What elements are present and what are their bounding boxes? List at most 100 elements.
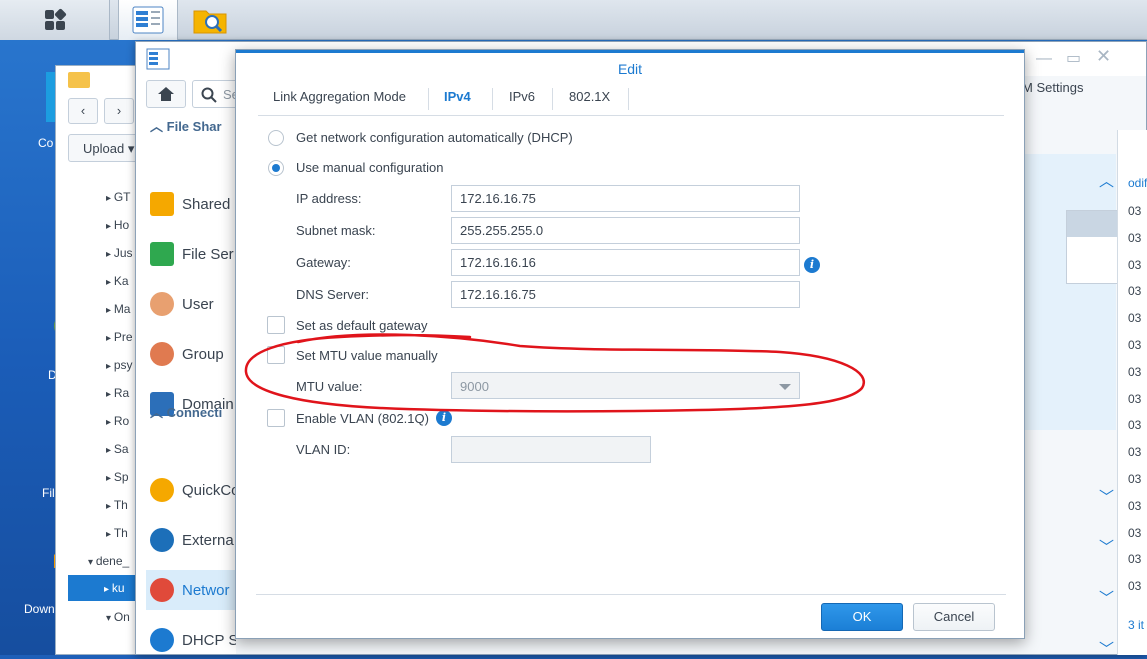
sidebar-item-group[interactable]: Group xyxy=(150,334,224,374)
user-icon xyxy=(150,292,174,316)
info-icon[interactable]: i xyxy=(804,257,820,273)
main-menu-button[interactable] xyxy=(0,0,110,40)
folder-name: Ra xyxy=(113,386,130,400)
subnet-mask-label: Subnet mask: xyxy=(296,223,376,238)
folder-tree-item[interactable]: ▾ On xyxy=(106,610,130,624)
folder-name: Pre xyxy=(113,330,133,344)
tab-ipv4[interactable]: IPv4 xyxy=(444,89,471,104)
folder-tree-item[interactable]: ▸ Ma xyxy=(106,302,130,316)
sidebar-item-networ[interactable]: Networ xyxy=(146,570,236,610)
sidebar-item-dhcps[interactable]: DHCP S xyxy=(150,620,236,654)
tab-ipv6[interactable]: IPv6 xyxy=(509,89,535,104)
file-services-icon xyxy=(150,242,174,266)
column-header[interactable]: odifi xyxy=(1128,176,1147,190)
caret-right-icon[interactable]: ▸ xyxy=(106,501,114,512)
folder-tree-item[interactable]: ▸ Th xyxy=(106,526,128,540)
modified-value: 03 xyxy=(1128,579,1142,594)
sidebar-search-input[interactable]: Se xyxy=(192,80,236,108)
folder-tree-item[interactable]: ▸ Jus xyxy=(106,246,133,260)
chevron-down-icon[interactable]: ﹀ xyxy=(1099,486,1119,507)
vlan-id-input[interactable] xyxy=(451,436,651,463)
vlan-checkbox[interactable] xyxy=(267,409,285,427)
modified-value: 03 xyxy=(1128,445,1142,460)
folder-tree-item[interactable]: ▸ Ka xyxy=(106,274,129,288)
folder-tree-item[interactable]: ▸ Ro xyxy=(106,414,129,428)
folder-tree-item[interactable]: ▸ Sa xyxy=(106,442,129,456)
modified-value: 03 xyxy=(1128,257,1142,272)
chevron-up-icon[interactable]: ︿ xyxy=(1099,170,1119,191)
caret-down-icon[interactable]: ▾ xyxy=(88,557,96,568)
dialog-tabs: Link Aggregation Mode IPv4 IPv6 802.1X xyxy=(258,80,1004,116)
caret-right-icon[interactable]: ▸ xyxy=(106,277,114,288)
caret-right-icon[interactable]: ▸ xyxy=(106,473,114,484)
home-button[interactable] xyxy=(146,80,186,108)
sidebar-item-quickco[interactable]: QuickCo xyxy=(150,470,236,510)
folder-tree-item[interactable]: ▾ dene_ xyxy=(88,554,129,568)
chevron-down-icon[interactable]: ﹀ xyxy=(1099,587,1119,608)
ok-button[interactable]: OK xyxy=(821,603,903,631)
default-gateway-checkbox[interactable] xyxy=(267,316,285,334)
shared-folder-icon xyxy=(150,192,174,216)
folder-tree-item[interactable]: ▸ Th xyxy=(106,498,128,512)
caret-right-icon[interactable]: ▸ xyxy=(106,417,114,428)
minimize-icon[interactable]: — xyxy=(1036,50,1052,68)
gateway-input[interactable] xyxy=(451,249,800,276)
mtu-value-select[interactable]: 9000 xyxy=(451,372,800,399)
back-button[interactable]: ‹ xyxy=(68,98,98,124)
maximize-icon[interactable]: ▭ xyxy=(1066,48,1081,68)
sidebar-item-externa[interactable]: Externa xyxy=(150,520,234,560)
sidebar-section-file-sharing[interactable]: ︿ File Shar xyxy=(150,116,222,135)
cancel-button[interactable]: Cancel xyxy=(913,603,995,631)
sidebar-item-fileser[interactable]: File Ser xyxy=(150,234,234,274)
forward-button[interactable]: › xyxy=(104,98,134,124)
folder-name: dene_ xyxy=(95,554,130,568)
taskbar-control-panel-button[interactable] xyxy=(118,0,178,40)
caret-down-icon[interactable]: ▾ xyxy=(106,613,114,624)
close-icon[interactable]: ✕ xyxy=(1096,46,1111,67)
ip-address-input[interactable] xyxy=(451,185,800,212)
taskbar-file-station-button[interactable] xyxy=(180,0,240,40)
caret-right-icon[interactable]: ▸ xyxy=(106,445,114,456)
sidebar-item-shared[interactable]: Shared xyxy=(150,184,230,224)
sidebar-item-user[interactable]: User xyxy=(150,284,214,324)
sidebar-item-label: Externa xyxy=(182,531,234,549)
chevron-down-icon[interactable]: ﹀ xyxy=(1099,638,1119,659)
dhcp-radio[interactable] xyxy=(268,130,284,146)
folder-name: Th xyxy=(113,498,128,512)
caret-right-icon[interactable]: ▸ xyxy=(106,333,114,344)
folder-name: Ho xyxy=(113,218,130,232)
sidebar-section-connectivity[interactable]: ︿ Connecti xyxy=(150,402,222,421)
caret-right-icon[interactable]: ▸ xyxy=(106,389,114,400)
folder-name: Ma xyxy=(113,302,131,316)
mtu-manual-checkbox[interactable] xyxy=(267,346,285,364)
modified-value: 03 xyxy=(1128,364,1142,379)
caret-right-icon[interactable]: ▸ xyxy=(106,305,114,316)
tab-link-aggregation[interactable]: Link Aggregation Mode xyxy=(273,89,406,104)
caret-right-icon[interactable]: ▸ xyxy=(104,584,112,595)
vlan-label: Enable VLAN (802.1Q) xyxy=(296,411,429,426)
manual-config-radio[interactable] xyxy=(268,160,284,176)
modified-value: 03 xyxy=(1128,498,1142,513)
caret-right-icon[interactable]: ▸ xyxy=(106,361,114,372)
folder-tree-item[interactable]: ▸ Pre xyxy=(106,330,133,344)
folder-tree-item[interactable]: ▸ ku xyxy=(68,575,138,601)
folder-tree-item[interactable]: ▸ Sp xyxy=(106,470,129,484)
chevron-up-icon: ︿ xyxy=(150,405,164,420)
dns-server-input[interactable] xyxy=(451,281,800,308)
manual-config-label: Use manual configuration xyxy=(296,160,444,175)
folder-tree-item[interactable]: ▸ Ho xyxy=(106,218,129,232)
folder-tree-item[interactable]: ▸ GT xyxy=(106,190,130,204)
folder-name: GT xyxy=(113,190,131,204)
caret-right-icon[interactable]: ▸ xyxy=(106,193,114,204)
caret-right-icon[interactable]: ▸ xyxy=(106,529,114,540)
background-window-list: odifi 03 03 03 03 03 03 03 03 03 03 03 03 03 03 03 3 i… xyxy=(1117,130,1147,655)
caret-right-icon[interactable]: ▸ xyxy=(106,249,114,260)
caret-right-icon[interactable]: ▸ xyxy=(106,221,114,232)
subnet-mask-input[interactable] xyxy=(451,217,800,244)
folder-tree-item[interactable]: ▸ Ra xyxy=(106,386,129,400)
tab-802-1x[interactable]: 802.1X xyxy=(569,89,610,104)
folder-tree-item[interactable]: ▸ psy xyxy=(106,358,133,372)
info-icon[interactable]: i xyxy=(436,410,452,426)
chevron-down-icon[interactable]: ﹀ xyxy=(1099,536,1119,557)
modified-value: 03 xyxy=(1128,230,1142,245)
